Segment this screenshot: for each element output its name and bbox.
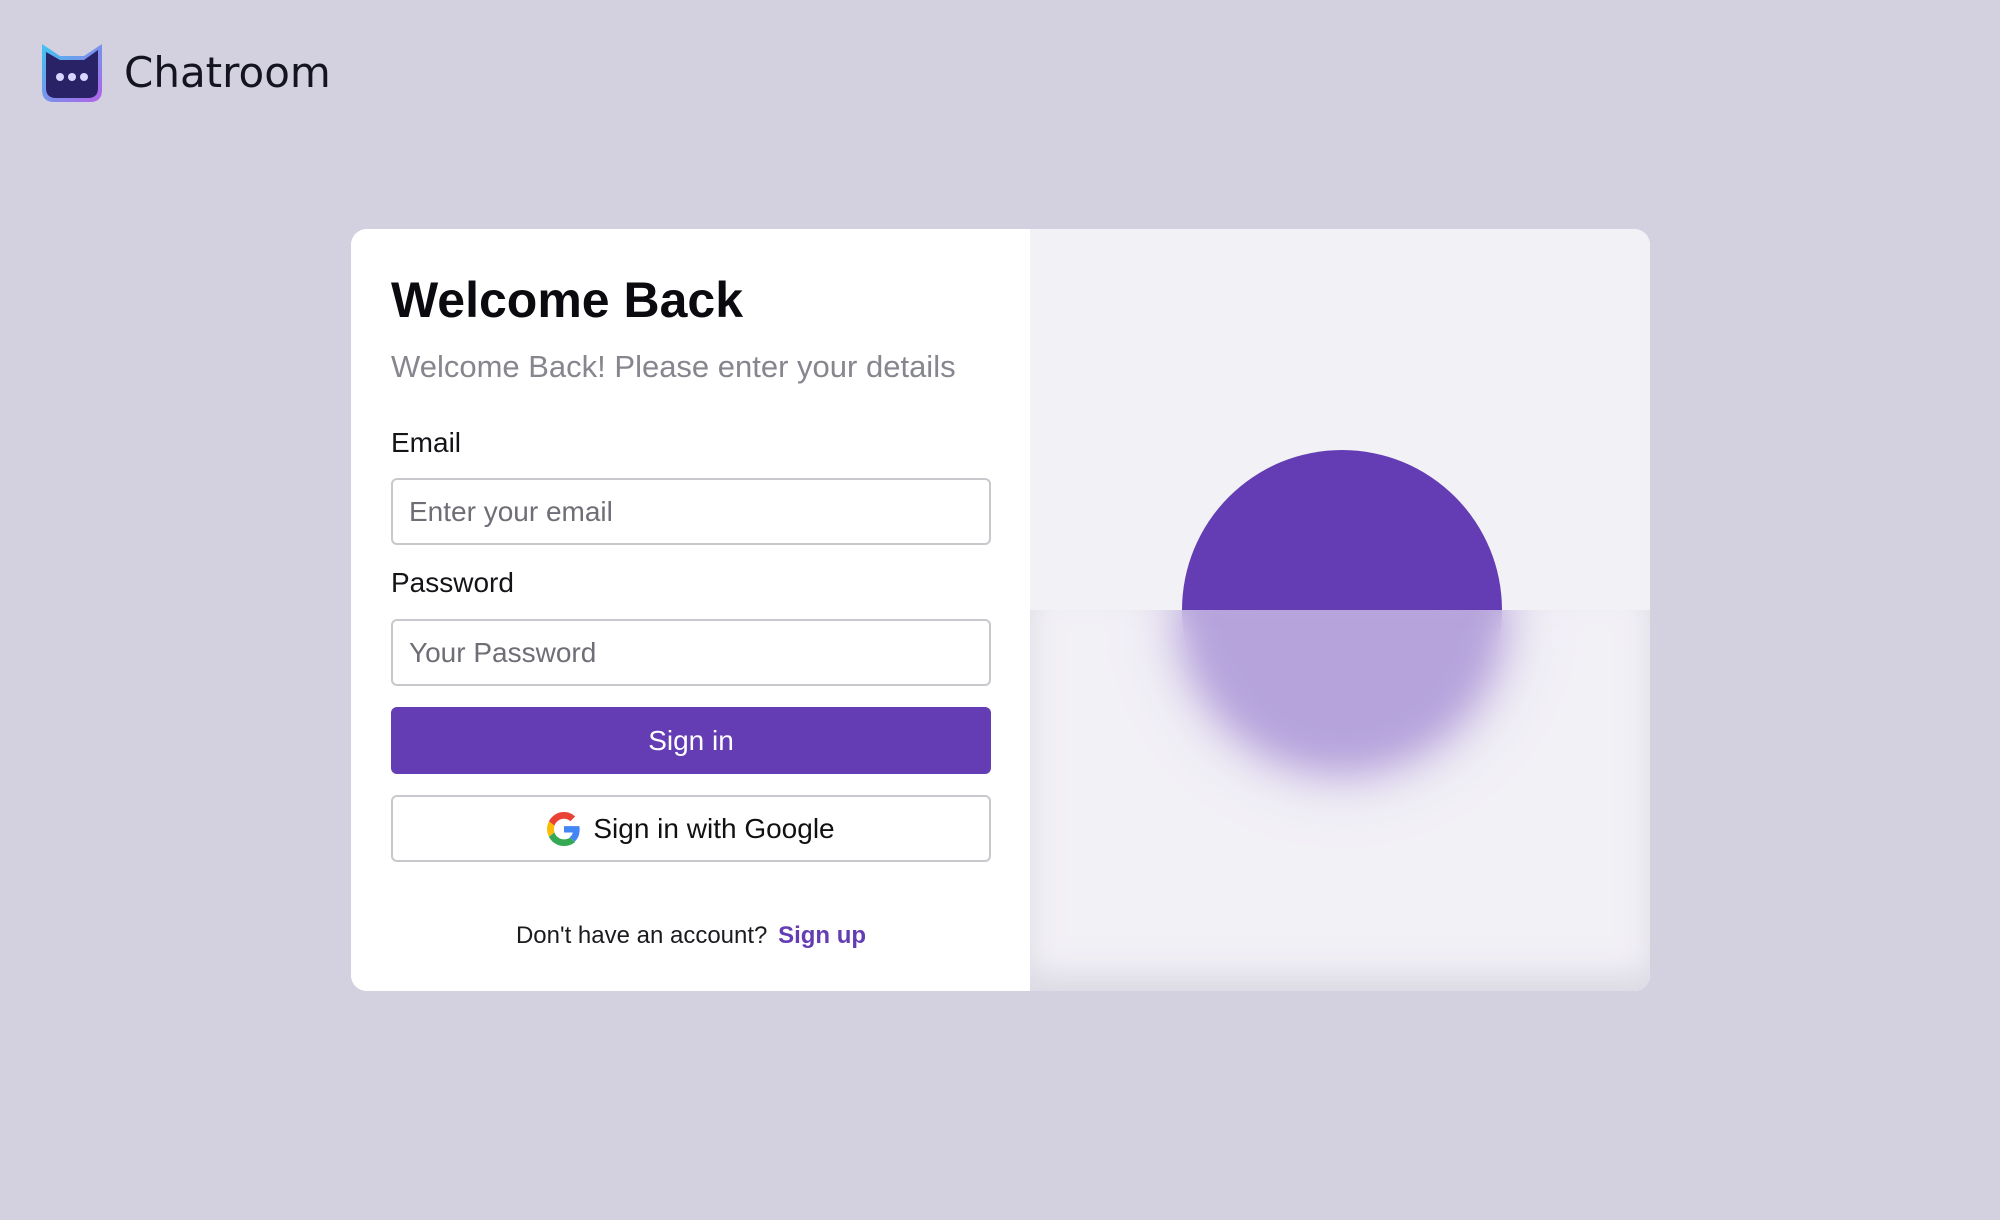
password-label: Password — [391, 567, 514, 598]
login-form-panel: Welcome Back Welcome Back! Please enter … — [351, 229, 1030, 991]
google-button-label: Sign in with Google — [593, 812, 835, 844]
login-card: Welcome Back Welcome Back! Please enter … — [351, 229, 1650, 991]
signup-prompt: Don't have an account? Sign up — [391, 922, 991, 950]
page-subtitle: Welcome Back! Please enter your details — [391, 349, 956, 384]
password-field[interactable] — [391, 619, 991, 686]
app-name: Chatroom — [124, 47, 331, 97]
sign-in-button[interactable]: Sign in — [391, 707, 991, 774]
page-title: Welcome Back — [391, 272, 744, 328]
google-sign-in-button[interactable]: Sign in with Google — [391, 795, 991, 862]
email-label: Email — [391, 427, 462, 458]
app-header: Chatroom — [40, 40, 331, 104]
email-field[interactable] — [391, 478, 991, 545]
no-account-text: Don't have an account? — [515, 922, 768, 949]
google-icon — [547, 811, 581, 846]
sign-up-link[interactable]: Sign up — [778, 922, 866, 949]
chat-bot-cat-icon[interactable] — [40, 40, 104, 104]
frosted-glass-panel — [1030, 610, 1650, 991]
decorative-panel — [1030, 229, 1650, 991]
